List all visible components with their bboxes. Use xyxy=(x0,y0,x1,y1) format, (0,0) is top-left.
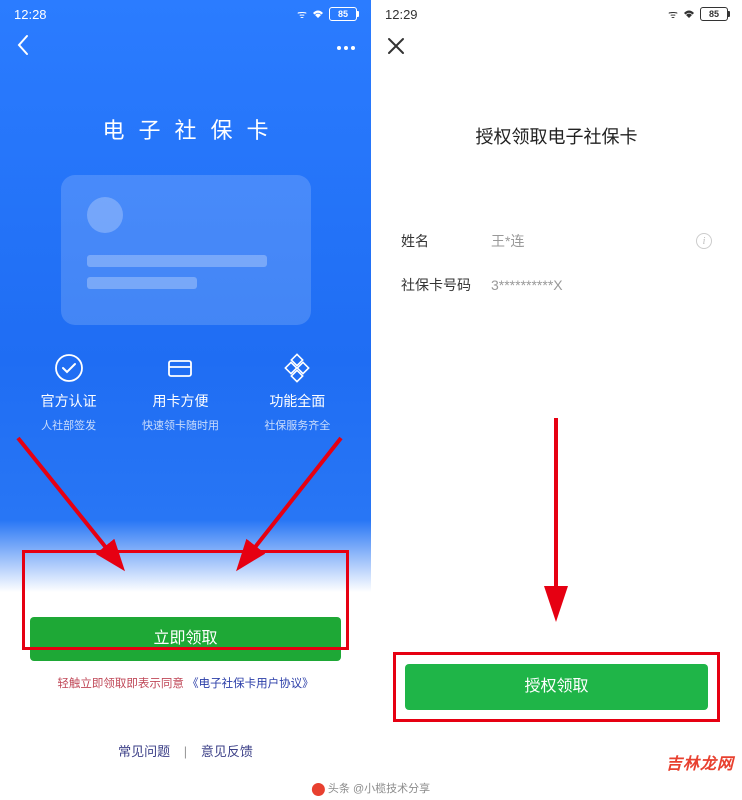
wifi-icon xyxy=(682,8,696,21)
name-row: 姓名 王*连 i xyxy=(371,219,742,263)
status-bar: 12:28 ᯤ 85 xyxy=(0,0,371,28)
avatar-icon xyxy=(312,783,325,796)
feature-full: 功能全面 社保服务齐全 xyxy=(264,353,330,433)
status-time: 12:29 xyxy=(385,7,418,22)
card-value: 3**********X xyxy=(491,277,712,293)
wifi-icon xyxy=(311,8,325,21)
signal-icon: ᯤ xyxy=(297,7,307,22)
diamond-icon xyxy=(282,353,312,383)
back-button[interactable] xyxy=(16,34,30,62)
features-row: 官方认证 人社部签发 用卡方便 快速领卡随时用 功能全面 社保服务齐全 xyxy=(0,325,371,433)
close-button[interactable] xyxy=(387,35,405,61)
status-bar: 12:29 ᯤ 85 xyxy=(371,0,742,28)
card-illustration xyxy=(61,175,311,325)
bottom-area: 立即领取 轻触立即领取即表示同意 《电子社保卡用户协议》 常见问题 | 意见反馈 xyxy=(0,587,371,800)
agreement-text: 轻触立即领取即表示同意 《电子社保卡用户协议》 xyxy=(30,675,341,691)
name-label: 姓名 xyxy=(401,231,491,251)
attribution: 头条 @小榄技术分享 xyxy=(312,780,430,796)
status-time: 12:28 xyxy=(14,7,47,22)
nav-bar xyxy=(0,28,371,68)
card-label: 社保卡号码 xyxy=(401,275,491,295)
annotation-arrow-right xyxy=(221,430,351,580)
name-value: 王*连 xyxy=(491,231,696,251)
signal-icon: ᯤ xyxy=(668,7,678,22)
feedback-link[interactable]: 意见反馈 xyxy=(201,744,253,759)
phone-screen-right: 12:29 ᯤ 85 授权领取电子社保卡 姓名 王*连 i 社保卡号码 3***… xyxy=(371,0,742,800)
faq-link[interactable]: 常见问题 xyxy=(118,744,170,759)
phone-screen-left: 12:28 ᯤ 85 电子社保卡 官方认证 人社部签发 xyxy=(0,0,371,800)
agreement-link[interactable]: 《电子社保卡用户协议》 xyxy=(187,678,314,690)
battery-icon: 85 xyxy=(700,7,728,21)
more-button[interactable] xyxy=(337,46,355,50)
watermark: 吉林龙网 xyxy=(666,750,734,774)
status-indicators: ᯤ 85 xyxy=(668,7,728,22)
page-title: 授权领取电子社保卡 xyxy=(371,123,742,149)
annotation-arrow-down xyxy=(521,410,591,630)
info-icon[interactable]: i xyxy=(696,233,712,249)
footer-links: 常见问题 | 意见反馈 xyxy=(30,741,341,760)
check-circle-icon xyxy=(54,353,84,383)
claim-button[interactable]: 立即领取 xyxy=(30,617,341,661)
status-indicators: ᯤ 85 xyxy=(297,7,357,22)
page-title: 电子社保卡 xyxy=(0,113,371,145)
authorize-button[interactable]: 授权领取 xyxy=(405,664,708,710)
annotation-arrow-left xyxy=(10,430,140,580)
nav-bar xyxy=(371,28,742,68)
feature-convenient: 用卡方便 快速领卡随时用 xyxy=(142,353,219,433)
card-row: 社保卡号码 3**********X xyxy=(371,263,742,307)
card-icon xyxy=(165,353,195,383)
feature-official: 官方认证 人社部签发 xyxy=(41,353,97,433)
battery-icon: 85 xyxy=(329,7,357,21)
